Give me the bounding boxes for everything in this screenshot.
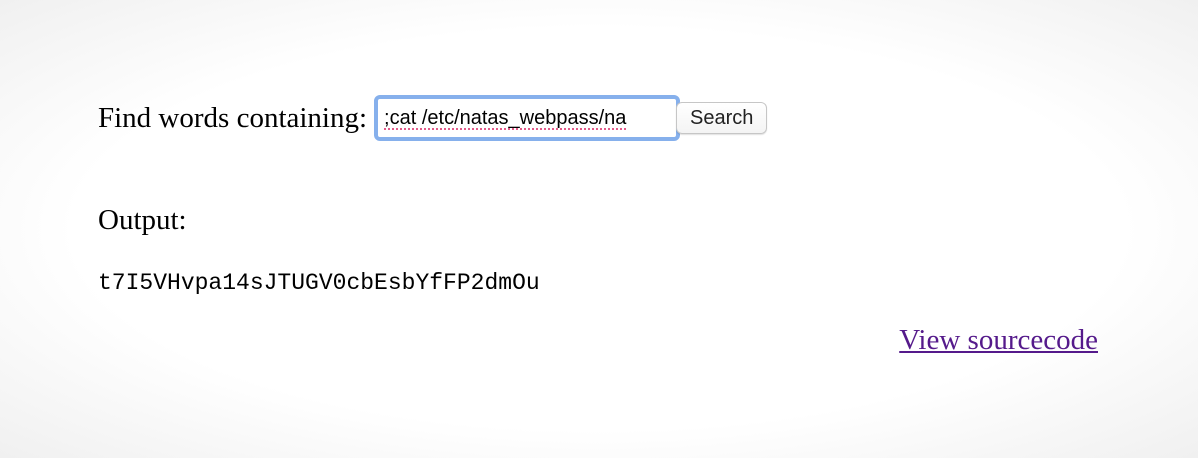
search-input[interactable] [374, 95, 681, 141]
search-form: Find words containing: Search [98, 94, 1098, 142]
search-label: Find words containing: [98, 101, 368, 134]
output-text: t7I5VHvpa14sJTUGV0cbEsbYfFP2dmOu [98, 270, 540, 296]
output-heading: Output: [98, 204, 187, 236]
page-content: Find words containing: Search Output: t7… [98, 94, 1098, 355]
view-sourcecode-link[interactable]: View sourcecode [899, 326, 1098, 355]
search-button[interactable]: Search [676, 102, 768, 134]
